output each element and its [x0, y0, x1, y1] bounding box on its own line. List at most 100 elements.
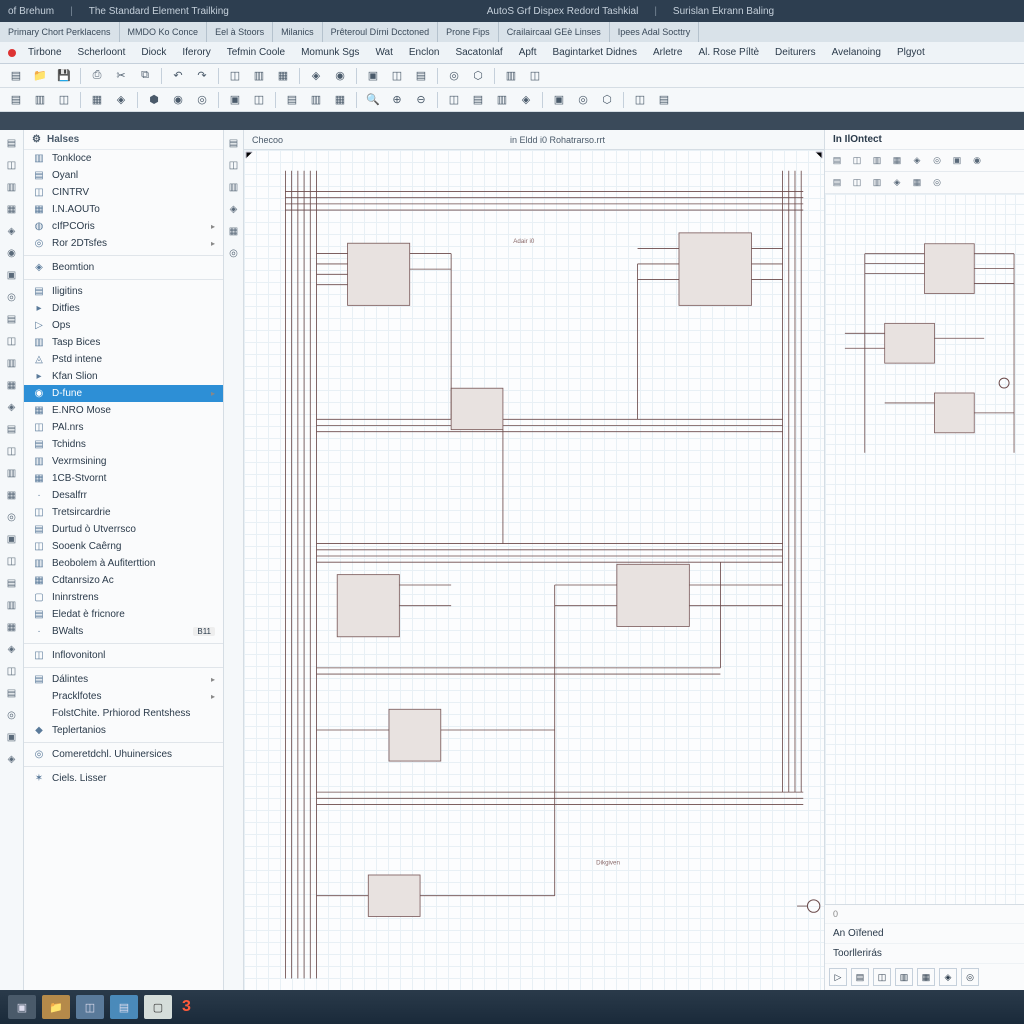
tool-icon[interactable]: ▣: [363, 66, 383, 86]
tool-zoom-in-icon[interactable]: 🔍: [363, 90, 383, 110]
tree-item[interactable]: ▦E.NRO Mose: [24, 402, 223, 419]
strip-icon[interactable]: ▦: [3, 376, 21, 394]
tree-item[interactable]: ◫Inflovonitonl: [24, 647, 223, 664]
menu-item[interactable]: Arletre: [645, 47, 690, 58]
tool-icon[interactable]: ▤: [654, 90, 674, 110]
tree-item[interactable]: ▥Tasp Bices: [24, 334, 223, 351]
tool-icon[interactable]: ◉: [168, 90, 188, 110]
tool-icon[interactable]: ▣: [549, 90, 569, 110]
tool-icon[interactable]: ◉: [330, 66, 350, 86]
menu-item[interactable]: Wat: [367, 47, 400, 58]
strip-icon[interactable]: ◫: [3, 552, 21, 570]
tree-item[interactable]: ·BWaltsB11: [24, 623, 223, 640]
prop-row[interactable]: Toorllerirás: [825, 944, 1024, 964]
menu-item[interactable]: Diock: [133, 47, 174, 58]
tool-icon[interactable]: ▤: [468, 90, 488, 110]
tree-item[interactable]: ◍cIfPCOris▸: [24, 218, 223, 235]
strip-icon[interactable]: ◎: [3, 508, 21, 526]
strip-icon[interactable]: ◉: [3, 244, 21, 262]
tool-icon[interactable]: ▦: [273, 66, 293, 86]
menu-item[interactable]: Iferory: [174, 47, 218, 58]
strip-icon[interactable]: ◎: [3, 288, 21, 306]
strip-icon[interactable]: ◫: [3, 662, 21, 680]
tool-undo-icon[interactable]: ↶: [168, 66, 188, 86]
tree-item[interactable]: ▢Ininrstrens: [24, 589, 223, 606]
tree-item[interactable]: ▤Oyanl: [24, 167, 223, 184]
rp-tool-icon[interactable]: ◫: [849, 153, 865, 169]
tree-item[interactable]: ▤Eledat è fricnore: [24, 606, 223, 623]
tool-icon[interactable]: ▥: [492, 90, 512, 110]
tree-item[interactable]: ◫Tretsircardrie: [24, 504, 223, 521]
doc-tab[interactable]: Prone Fips: [438, 22, 499, 42]
tool-icon[interactable]: ▣: [225, 90, 245, 110]
tool-icon[interactable]: ◫: [444, 90, 464, 110]
strip-icon[interactable]: ▦: [3, 200, 21, 218]
tree-item[interactable]: ▦1CB-Stvornt: [24, 470, 223, 487]
doc-tab[interactable]: Crailaircaal GEè Linses: [499, 22, 610, 42]
strip-icon[interactable]: ◫: [225, 156, 243, 174]
taskbar-app-icon[interactable]: ▤: [110, 995, 138, 1019]
canvas-tab[interactable]: Checoo: [252, 135, 283, 145]
tool-new-icon[interactable]: ▤: [6, 66, 26, 86]
tool-icon[interactable]: ▦: [87, 90, 107, 110]
tree-item[interactable]: ▥Tonkloce: [24, 150, 223, 167]
rp-tool-icon[interactable]: ▦: [909, 175, 925, 191]
tree-item[interactable]: ▤Iligitins: [24, 283, 223, 300]
rp-tool-icon[interactable]: ◈: [909, 153, 925, 169]
strip-icon[interactable]: ▣: [3, 266, 21, 284]
strip-icon[interactable]: ▦: [3, 618, 21, 636]
strip-icon[interactable]: ▥: [225, 178, 243, 196]
tree-item[interactable]: ▥Beobolem à Aufiterttion: [24, 555, 223, 572]
doc-tab[interactable]: Ipees Adal Socttry: [610, 22, 700, 42]
strip-icon[interactable]: ▤: [3, 684, 21, 702]
tree-item[interactable]: ◎Comeretdchl. Uhuinersices: [24, 746, 223, 763]
strip-icon[interactable]: ▥: [3, 354, 21, 372]
taskbar-app-icon[interactable]: ▣: [8, 995, 36, 1019]
tool-icon[interactable]: ◫: [387, 66, 407, 86]
rp-btn-icon[interactable]: ▷: [829, 968, 847, 986]
tree-item[interactable]: ◆Teplertanios: [24, 722, 223, 739]
tool-icon[interactable]: ◎: [573, 90, 593, 110]
doc-tab[interactable]: Eel à Stoors: [207, 22, 273, 42]
strip-icon[interactable]: ◫: [3, 156, 21, 174]
strip-icon[interactable]: ◈: [3, 750, 21, 768]
tool-icon[interactable]: ▤: [282, 90, 302, 110]
tool-save-icon[interactable]: 💾: [54, 66, 74, 86]
strip-icon[interactable]: ▣: [3, 530, 21, 548]
tool-icon[interactable]: ◈: [306, 66, 326, 86]
doc-tab[interactable]: MMDO Ko Conce: [120, 22, 208, 42]
prop-row[interactable]: An Oïfened: [825, 924, 1024, 944]
canvas-tab[interactable]: in Eldd i0 Rohatrarso.rrt: [510, 135, 605, 145]
menu-item[interactable]: Apft: [511, 47, 545, 58]
rp-tool-icon[interactable]: ◉: [969, 153, 985, 169]
rp-tool-icon[interactable]: ▥: [869, 175, 885, 191]
tool-icon[interactable]: ◫: [525, 66, 545, 86]
doc-tab[interactable]: Primary Chort Perklacens: [0, 22, 120, 42]
tree-item[interactable]: ▸Ditfies: [24, 300, 223, 317]
tree-item[interactable]: Pracklfotes▸: [24, 688, 223, 705]
rp-btn-icon[interactable]: ◫: [873, 968, 891, 986]
rp-btn-icon[interactable]: ◎: [961, 968, 979, 986]
tool-redo-icon[interactable]: ↷: [192, 66, 212, 86]
strip-icon[interactable]: ◫: [3, 332, 21, 350]
strip-icon[interactable]: ◈: [225, 200, 243, 218]
tool-open-icon[interactable]: 📁: [30, 66, 50, 86]
tool-icon[interactable]: ◎: [192, 90, 212, 110]
tool-icon[interactable]: ◈: [516, 90, 536, 110]
strip-icon[interactable]: ◫: [3, 442, 21, 460]
rp-tool-icon[interactable]: ◎: [929, 175, 945, 191]
menu-item[interactable]: Enclon: [401, 47, 448, 58]
tree-item[interactable]: ·Desalfrr: [24, 487, 223, 504]
doc-tab[interactable]: Milanics: [273, 22, 323, 42]
strip-icon[interactable]: ▣: [3, 728, 21, 746]
tree-item[interactable]: ◉D-fune▸: [24, 385, 223, 402]
taskbar-app-icon[interactable]: 📁: [42, 995, 70, 1019]
tool-icon[interactable]: ▤: [6, 90, 26, 110]
tool-icon[interactable]: ⬡: [468, 66, 488, 86]
rp-tool-icon[interactable]: ◈: [889, 175, 905, 191]
tree-item[interactable]: ◈Beomtion: [24, 259, 223, 276]
strip-icon[interactable]: ▦: [225, 222, 243, 240]
tool-copy-icon[interactable]: ⧉: [135, 66, 155, 86]
tool-icon[interactable]: ⊕: [387, 90, 407, 110]
rp-btn-icon[interactable]: ▥: [895, 968, 913, 986]
